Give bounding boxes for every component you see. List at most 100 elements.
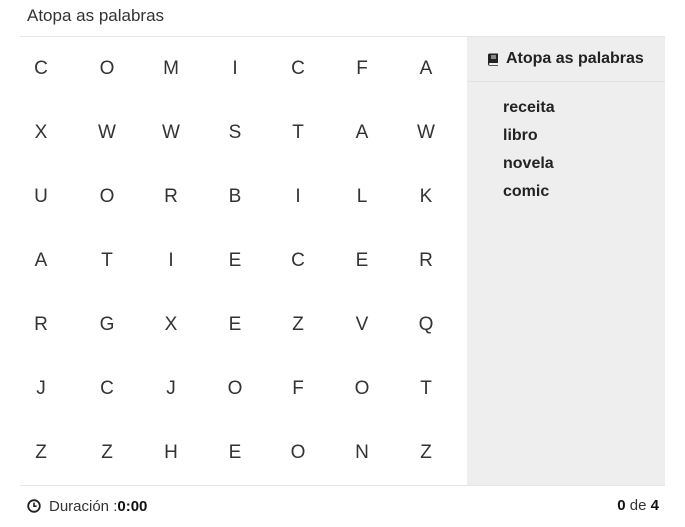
letter-cell[interactable]: C (63, 357, 127, 421)
letter-cell[interactable]: J (127, 357, 191, 421)
letter-cell[interactable]: F (318, 37, 382, 101)
letter: Z (101, 442, 113, 463)
letter-cell[interactable]: O (254, 421, 318, 485)
letter: A (355, 122, 369, 143)
clock-icon (27, 499, 41, 513)
letter-cell[interactable]: Z (63, 421, 127, 485)
letter: C (291, 250, 305, 271)
letter: W (417, 122, 435, 143)
letter: E (228, 314, 242, 335)
letter-cell[interactable]: I (254, 165, 318, 229)
letter-cell[interactable]: N (318, 421, 382, 485)
letter-cell[interactable]: C (20, 37, 63, 101)
letter-cell[interactable]: O (318, 357, 382, 421)
letter: O (227, 378, 243, 399)
letter-cell[interactable]: W (382, 101, 467, 165)
letter-cell[interactable]: W (127, 101, 191, 165)
word-list-header: Atopa as palabras (467, 37, 665, 82)
letter: T (101, 250, 113, 271)
letter: V (355, 314, 369, 335)
letter-cell[interactable]: G (63, 293, 127, 357)
duration-value: 0:00 (117, 497, 148, 515)
letter: G (99, 314, 115, 335)
letter-cell[interactable]: O (191, 357, 254, 421)
word-item: comic (503, 183, 550, 200)
letter: R (419, 250, 433, 271)
letter-cell[interactable]: Z (254, 293, 318, 357)
word-list-panel: Atopa as palabras receita libro novela comi… (467, 37, 665, 485)
letter-cell[interactable]: S (191, 101, 254, 165)
letter-cell[interactable]: X (20, 101, 63, 165)
letter: A (34, 250, 48, 271)
letter-cell[interactable]: R (20, 293, 63, 357)
letter-cell[interactable]: Q (382, 293, 467, 357)
letter: F (356, 58, 368, 79)
letter-cell[interactable]: W (63, 101, 127, 165)
word-list: receita libro novela comic (467, 82, 665, 206)
letter-cell[interactable]: L (318, 165, 382, 229)
letter-cell[interactable]: X (127, 293, 191, 357)
letter: I (232, 58, 238, 79)
letter: A (419, 58, 433, 79)
letter-cell[interactable]: A (318, 101, 382, 165)
total-count: 4 (650, 497, 659, 514)
letter: M (163, 58, 179, 79)
letter: F (292, 378, 304, 399)
letter-cell[interactable]: V (318, 293, 382, 357)
letter-cell[interactable]: I (191, 37, 254, 101)
letter: K (419, 186, 433, 207)
letter: T (420, 378, 432, 399)
of-label: de (625, 497, 651, 514)
letter: R (34, 314, 48, 335)
letter: B (228, 186, 242, 207)
letter-cell[interactable]: B (191, 165, 254, 229)
word-item: novela (503, 155, 554, 172)
letter-grid[interactable]: C O M I C F A X W W S T A W U O R B I L K A T I E C E R R G X E Z V Q J C J O F… (20, 37, 467, 485)
letter: H (164, 442, 178, 463)
letter: E (228, 442, 242, 463)
page-title: Atopa as palabras (27, 6, 165, 25)
word-list-heading: Atopa as palabras (506, 50, 644, 67)
letter-cell[interactable]: T (382, 357, 467, 421)
letter-cell[interactable]: T (254, 101, 318, 165)
letter: U (34, 186, 48, 207)
letter-cell[interactable]: K (382, 165, 467, 229)
letter-cell[interactable]: C (254, 37, 318, 101)
letter: X (164, 314, 178, 335)
progress-counter: 0 de 4 (617, 496, 659, 516)
found-count: 0 (617, 497, 626, 514)
letter: O (99, 58, 115, 79)
duration-display: Duración : 0:00 (27, 496, 147, 516)
letter-cell[interactable]: E (191, 421, 254, 485)
letter: E (355, 250, 369, 271)
letter-cell[interactable]: O (63, 165, 127, 229)
letter-cell[interactable]: Z (382, 421, 467, 485)
letter: S (228, 122, 242, 143)
letter-cell[interactable]: F (254, 357, 318, 421)
letter-cell[interactable]: R (127, 165, 191, 229)
letter-cell[interactable]: I (127, 229, 191, 293)
letter-cell[interactable]: C (254, 229, 318, 293)
letter: O (354, 378, 370, 399)
letter-cell[interactable]: A (382, 37, 467, 101)
letter: N (355, 442, 369, 463)
letter-cell[interactable]: O (63, 37, 127, 101)
letter-cell[interactable]: E (191, 229, 254, 293)
letter-cell[interactable]: M (127, 37, 191, 101)
letter-cell[interactable]: U (20, 165, 63, 229)
letter: C (100, 378, 114, 399)
letter-cell[interactable]: A (20, 229, 63, 293)
letter: W (162, 122, 180, 143)
footer-divider (20, 485, 665, 486)
letter-cell[interactable]: H (127, 421, 191, 485)
letter: Z (420, 442, 432, 463)
book-icon (487, 53, 499, 66)
letter: I (168, 250, 174, 271)
letter-cell[interactable]: J (20, 357, 63, 421)
letter-cell[interactable]: R (382, 229, 467, 293)
letter-cell[interactable]: Z (20, 421, 63, 485)
letter: Z (292, 314, 304, 335)
letter-cell[interactable]: E (191, 293, 254, 357)
letter-cell[interactable]: T (63, 229, 127, 293)
letter-cell[interactable]: E (318, 229, 382, 293)
